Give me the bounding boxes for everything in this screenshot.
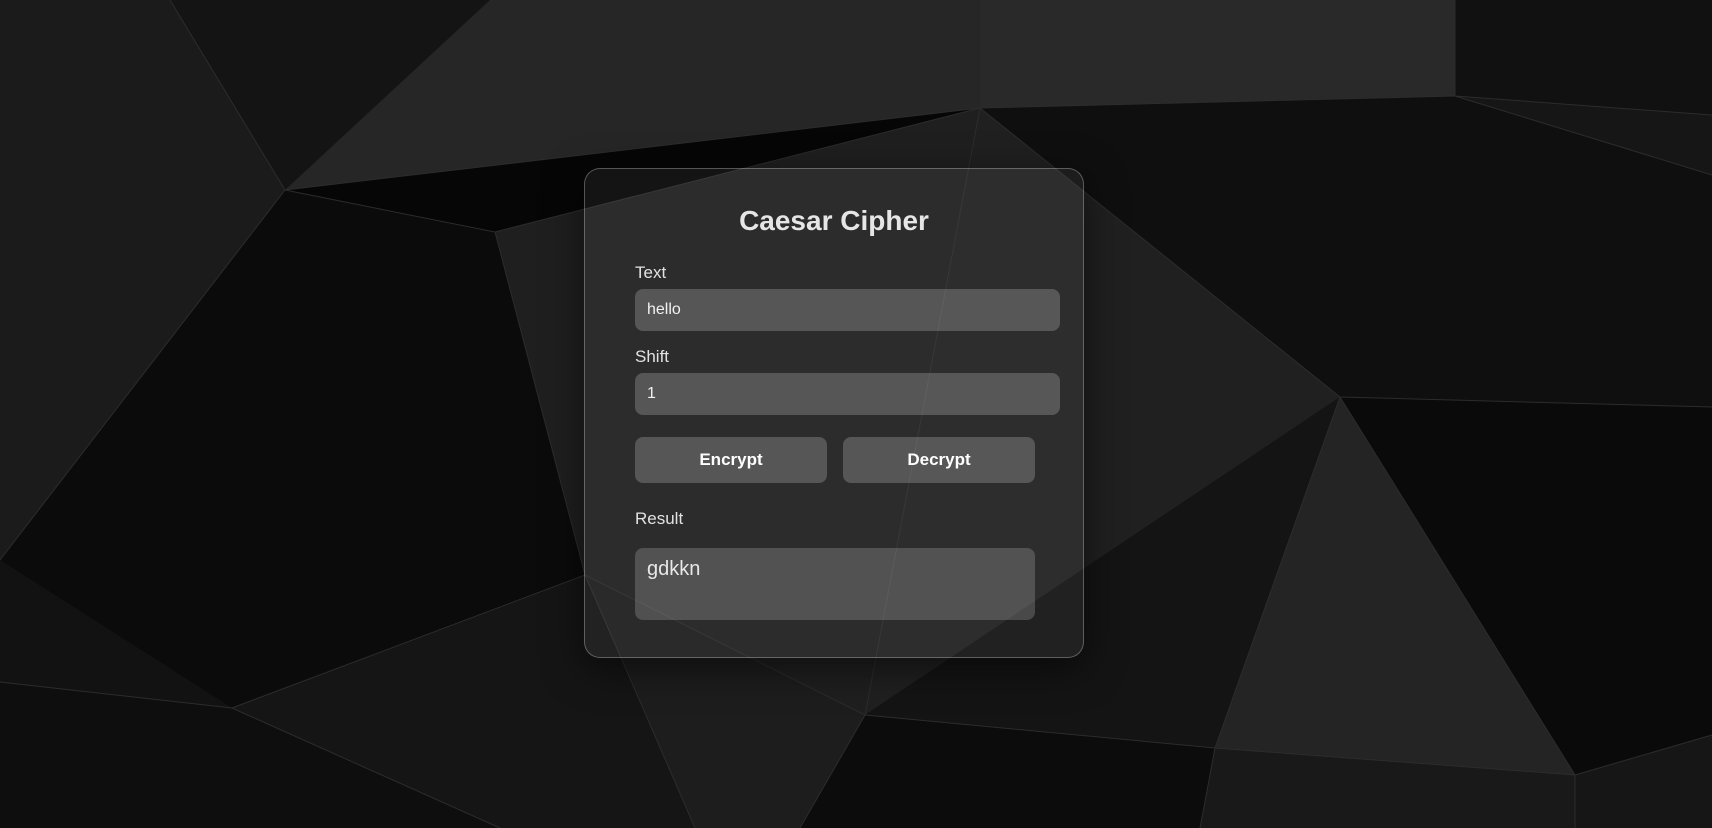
page-title: Caesar Cipher bbox=[739, 205, 929, 236]
result-label: Result bbox=[635, 509, 684, 528]
result-output: gdkkn bbox=[635, 548, 1035, 620]
decrypt-button[interactable]: Decrypt bbox=[843, 437, 1035, 483]
text-input[interactable]: hello bbox=[635, 289, 1060, 331]
cipher-card: Caesar Cipher Text hello Shift 1 Encrypt… bbox=[584, 168, 1084, 658]
encrypt-button[interactable]: Encrypt bbox=[635, 437, 827, 483]
text-label: Text bbox=[635, 263, 667, 282]
shift-input[interactable]: 1 bbox=[635, 373, 1060, 415]
shift-label: Shift bbox=[635, 347, 670, 366]
